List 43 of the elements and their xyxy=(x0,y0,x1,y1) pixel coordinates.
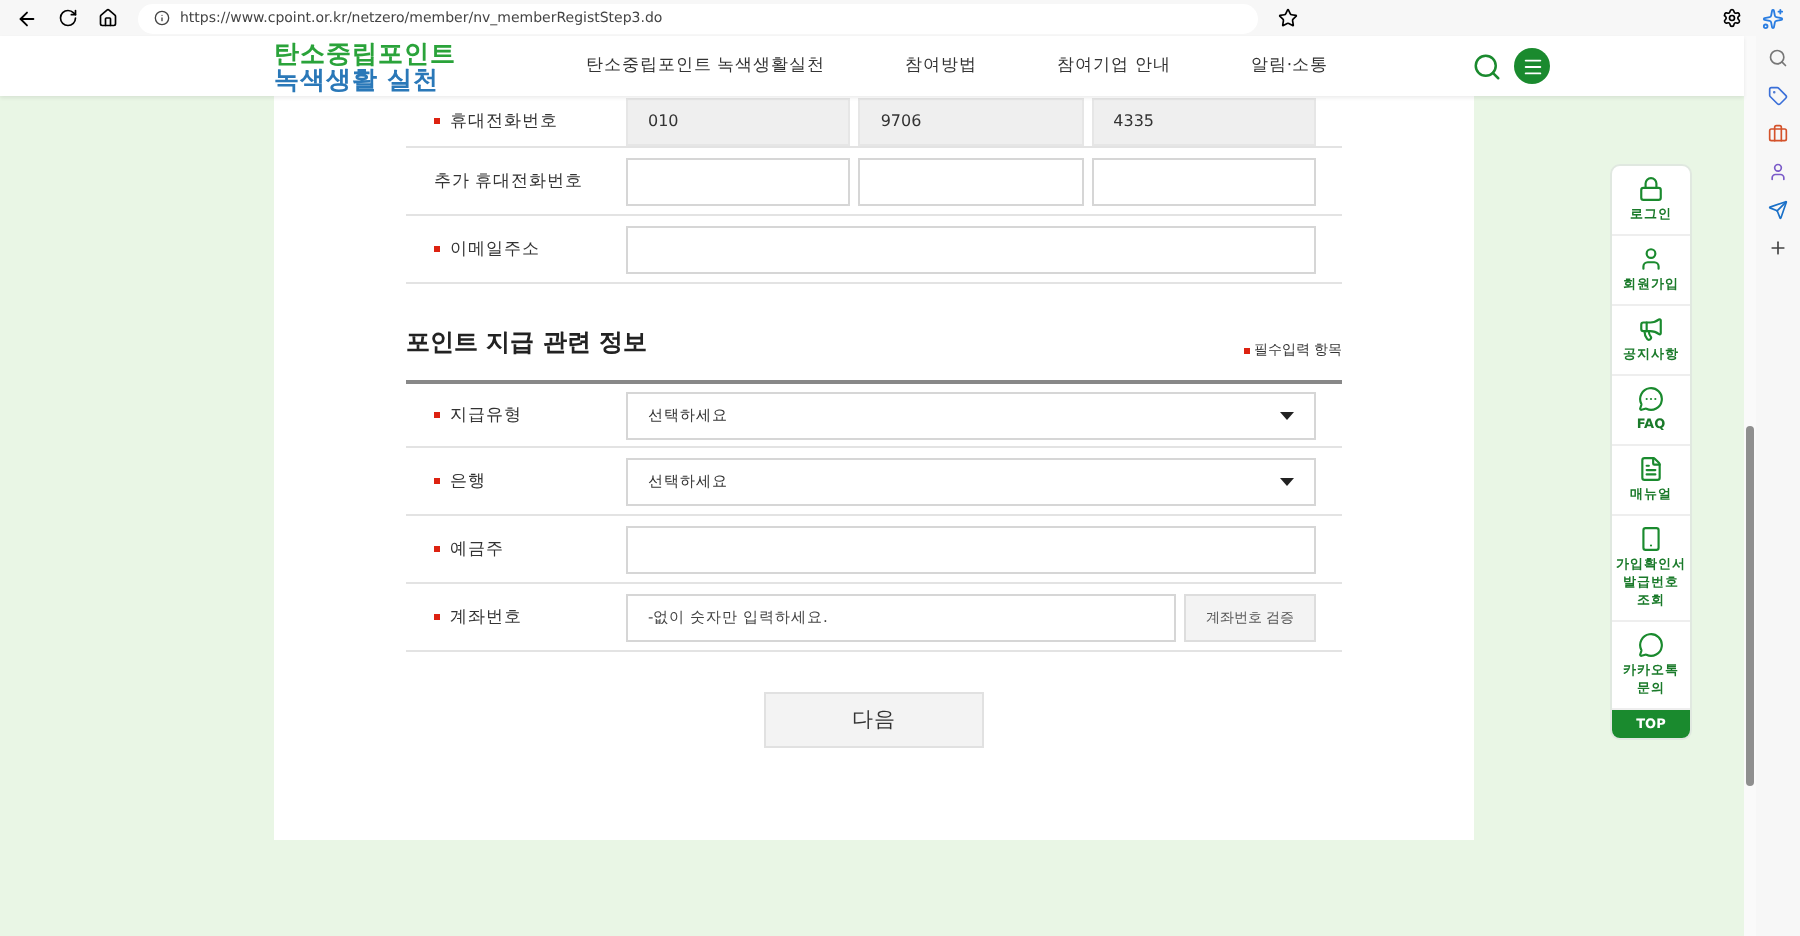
phone-number-field[interactable] xyxy=(626,157,851,205)
search-icon[interactable] xyxy=(1472,51,1503,81)
nav-link[interactable]: 참여방법 xyxy=(905,54,978,78)
send-icon[interactable] xyxy=(1768,200,1788,220)
back-icon[interactable] xyxy=(16,7,38,29)
caret-icon xyxy=(1280,477,1294,485)
favorite-icon[interactable] xyxy=(1278,8,1298,28)
user-icon xyxy=(1638,246,1664,272)
briefcase-icon[interactable] xyxy=(1768,124,1788,144)
field-label: 은행 xyxy=(406,469,626,493)
tag-icon[interactable] xyxy=(1768,86,1788,106)
field-label: 예금주 xyxy=(406,537,626,561)
speech-bubble-icon xyxy=(1638,632,1664,658)
field-label: 이메일주소 xyxy=(406,237,626,261)
copilot-icon[interactable] xyxy=(1762,7,1784,29)
phone-number-field[interactable] xyxy=(1091,157,1316,205)
field-label: 추가 휴대전화번호 xyxy=(432,169,586,193)
text-input-field[interactable] xyxy=(626,225,1316,273)
text-input-field[interactable] xyxy=(626,525,1316,573)
menu-icon xyxy=(1521,55,1544,77)
reload-icon[interactable] xyxy=(58,8,78,28)
phone-number-field[interactable] xyxy=(858,157,1084,205)
document-icon xyxy=(1638,456,1664,482)
next-button[interactable]: 다음 xyxy=(764,692,984,748)
section-title: 포인트 지급 관련 정보 xyxy=(406,326,648,360)
phone-icon xyxy=(1638,526,1664,552)
field-label: 휴대전화번호 xyxy=(406,109,626,133)
search-icon[interactable] xyxy=(1768,48,1788,68)
nav-link[interactable]: 참여기업 안내 xyxy=(1057,54,1171,78)
home-icon[interactable] xyxy=(98,8,118,28)
menu-button[interactable] xyxy=(1514,48,1551,84)
caret-icon xyxy=(1280,411,1294,419)
user-icon[interactable] xyxy=(1768,162,1788,182)
field-label: 지급유형 xyxy=(406,403,626,427)
field-label: 계좌번호 xyxy=(406,605,626,629)
site-logo[interactable]: 탄소중립포인트 녹색생활 실천 xyxy=(274,40,574,92)
megaphone-icon xyxy=(1638,316,1664,342)
settings-icon[interactable] xyxy=(1722,8,1742,28)
lock-icon xyxy=(1638,176,1664,202)
nav-link[interactable]: 탄소중립포인트 녹색생활실천 xyxy=(586,54,826,78)
nav-link[interactable]: 알림·소통 xyxy=(1250,54,1329,78)
add-icon[interactable] xyxy=(1768,238,1788,258)
chat-bubble-icon xyxy=(1638,386,1664,412)
